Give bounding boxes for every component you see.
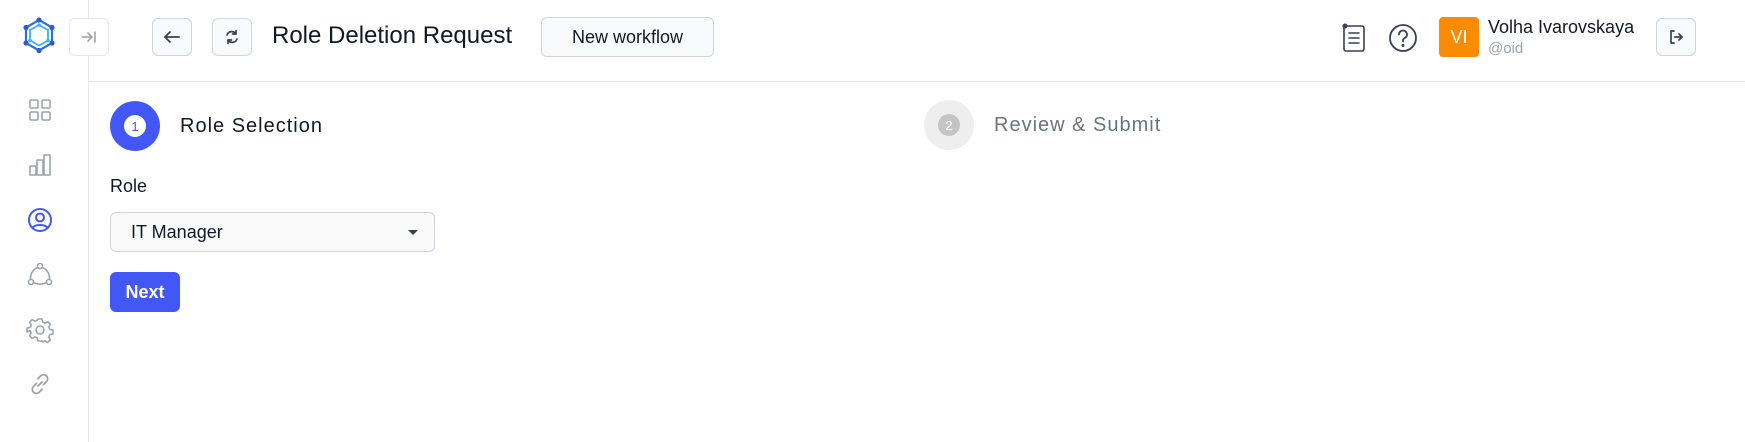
dashboard-grid-icon[interactable] bbox=[24, 94, 56, 126]
step-circle: 2 bbox=[924, 100, 974, 150]
bar-chart-icon[interactable] bbox=[24, 149, 56, 181]
new-workflow-button[interactable]: New workflow bbox=[541, 17, 714, 57]
document-list-icon[interactable] bbox=[1337, 21, 1371, 55]
step-label: Role Selection bbox=[180, 114, 323, 137]
user-handle: @oid bbox=[1488, 40, 1524, 57]
step-circle: 1 bbox=[110, 101, 160, 151]
user-circle-icon[interactable] bbox=[24, 204, 56, 236]
refresh-button[interactable] bbox=[212, 18, 252, 56]
role-field-label: Role bbox=[110, 176, 148, 196]
step-review-submit[interactable]: 2 Review & Submit bbox=[924, 100, 1161, 150]
sidebar bbox=[0, 0, 89, 442]
gear-icon[interactable] bbox=[24, 314, 56, 346]
user-name: Volha Ivarovskaya bbox=[1488, 17, 1635, 37]
arrow-left-icon bbox=[164, 31, 180, 43]
step-number: 1 bbox=[124, 115, 146, 137]
top-header: Role Deletion Request New workflow VI Vo… bbox=[89, 0, 1745, 82]
network-icon[interactable] bbox=[24, 259, 56, 291]
logo-icon[interactable] bbox=[19, 16, 59, 56]
avatar[interactable]: VI bbox=[1439, 17, 1479, 57]
link-icon[interactable] bbox=[24, 368, 56, 400]
logout-icon bbox=[1670, 30, 1683, 44]
help-icon[interactable] bbox=[1386, 21, 1420, 55]
step-role-selection[interactable]: 1 Role Selection bbox=[110, 101, 323, 151]
page-title: Role Deletion Request bbox=[272, 22, 513, 49]
collapse-arrow-icon bbox=[81, 31, 96, 43]
step-label: Review & Submit bbox=[994, 113, 1162, 136]
role-select[interactable]: IT Manager bbox=[110, 212, 435, 252]
logout-button[interactable] bbox=[1656, 18, 1696, 56]
app-root: Role Deletion Request New workflow VI Vo… bbox=[0, 0, 1745, 442]
refresh-icon bbox=[226, 29, 238, 45]
back-button[interactable] bbox=[152, 18, 192, 56]
collapse-sidebar-button[interactable] bbox=[69, 18, 109, 56]
step-number: 2 bbox=[938, 114, 960, 136]
caret-down-icon bbox=[408, 230, 418, 235]
next-button[interactable]: Next bbox=[110, 272, 180, 312]
role-select-value: IT Manager bbox=[131, 221, 223, 242]
